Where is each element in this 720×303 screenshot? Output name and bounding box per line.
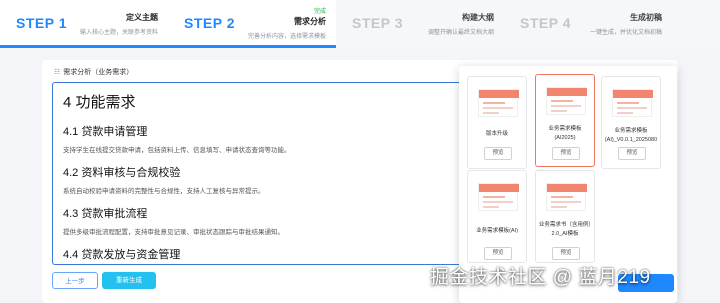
step-number: STEP 1 <box>16 15 67 31</box>
section-label-text: 需求分析（业务需求） <box>63 69 134 76</box>
step-desc: 完善分析内容，选择需求模板 <box>247 34 326 40</box>
step-1[interactable]: STEP 1 定义主题 输入核心主题，关联参考资料 <box>0 0 169 48</box>
step-title: 需求分析 <box>294 17 326 26</box>
step-number: STEP 3 <box>352 15 403 31</box>
template-card-selected[interactable]: 业务需求模板(AI2025) 预览 <box>535 74 595 167</box>
step-desc: 一键生成，并优化文档初稿 <box>589 30 662 36</box>
preview-button[interactable]: 预览 <box>552 147 580 160</box>
step-desc: 调整开确认最终文档大纲 <box>427 30 494 36</box>
preview-button[interactable]: 预览 <box>618 147 646 160</box>
regenerate-button[interactable]: 重新生成 <box>102 272 156 289</box>
template-name: 业务需求书（含用例）2.0_AI模板 <box>538 222 592 237</box>
step-4[interactable]: STEP 4 生成初稿 一键生成，并优化文档初稿 <box>504 0 672 48</box>
template-name: 版本升级 <box>485 131 508 137</box>
template-thumbnail <box>546 183 587 211</box>
template-thumbnail <box>612 89 653 117</box>
template-name: 业务需求模板(AI2025) <box>548 126 582 141</box>
preview-button[interactable]: 预览 <box>484 247 512 260</box>
template-name: 业务需求模板(AI) <box>476 228 518 234</box>
step-desc: 输入核心主题，关联参考资料 <box>79 30 158 36</box>
step-title: 构建大纲 <box>462 13 494 22</box>
list-icon: ☷ <box>54 69 61 76</box>
prev-step-button[interactable]: 上一步 <box>52 272 98 289</box>
template-card[interactable]: 业务需求模板(AI)_V0.0.1_2025080 预览 <box>601 76 661 169</box>
step-number: STEP 2 <box>184 15 235 31</box>
template-thumbnail <box>546 87 587 115</box>
step-2[interactable]: STEP 2 完成 需求分析 完善分析内容，选择需求模板 <box>168 0 337 48</box>
template-thumbnail <box>478 183 519 211</box>
template-card[interactable]: 业务需求模板(AI) 预览 <box>467 170 527 263</box>
step-title: 定义主题 <box>126 13 158 22</box>
watermark: 掘金技术社区 @ 蓝月219 <box>430 267 651 288</box>
stepper: STEP 1 定义主题 输入核心主题，关联参考资料 STEP 2 完成 需求分析… <box>0 0 720 48</box>
template-name: 业务需求模板(AI)_V0.0.1_2025080 <box>604 128 658 143</box>
template-card[interactable]: 业务需求书（含用例）2.0_AI模板 预览 <box>535 170 595 263</box>
section-label: ☷ 需求分析（业务需求） <box>54 67 133 77</box>
template-thumbnail <box>478 89 519 117</box>
template-card[interactable]: 版本升级 预览 <box>467 76 527 169</box>
stepper-filler <box>672 0 720 48</box>
step-title: 生成初稿 <box>630 13 662 22</box>
step-3[interactable]: STEP 3 构建大纲 调整开确认最终文档大纲 <box>336 0 505 48</box>
step-number: STEP 4 <box>520 15 571 31</box>
step-status: 完成 <box>313 9 326 15</box>
preview-button[interactable]: 预览 <box>484 147 512 160</box>
preview-button[interactable]: 预览 <box>552 247 580 260</box>
